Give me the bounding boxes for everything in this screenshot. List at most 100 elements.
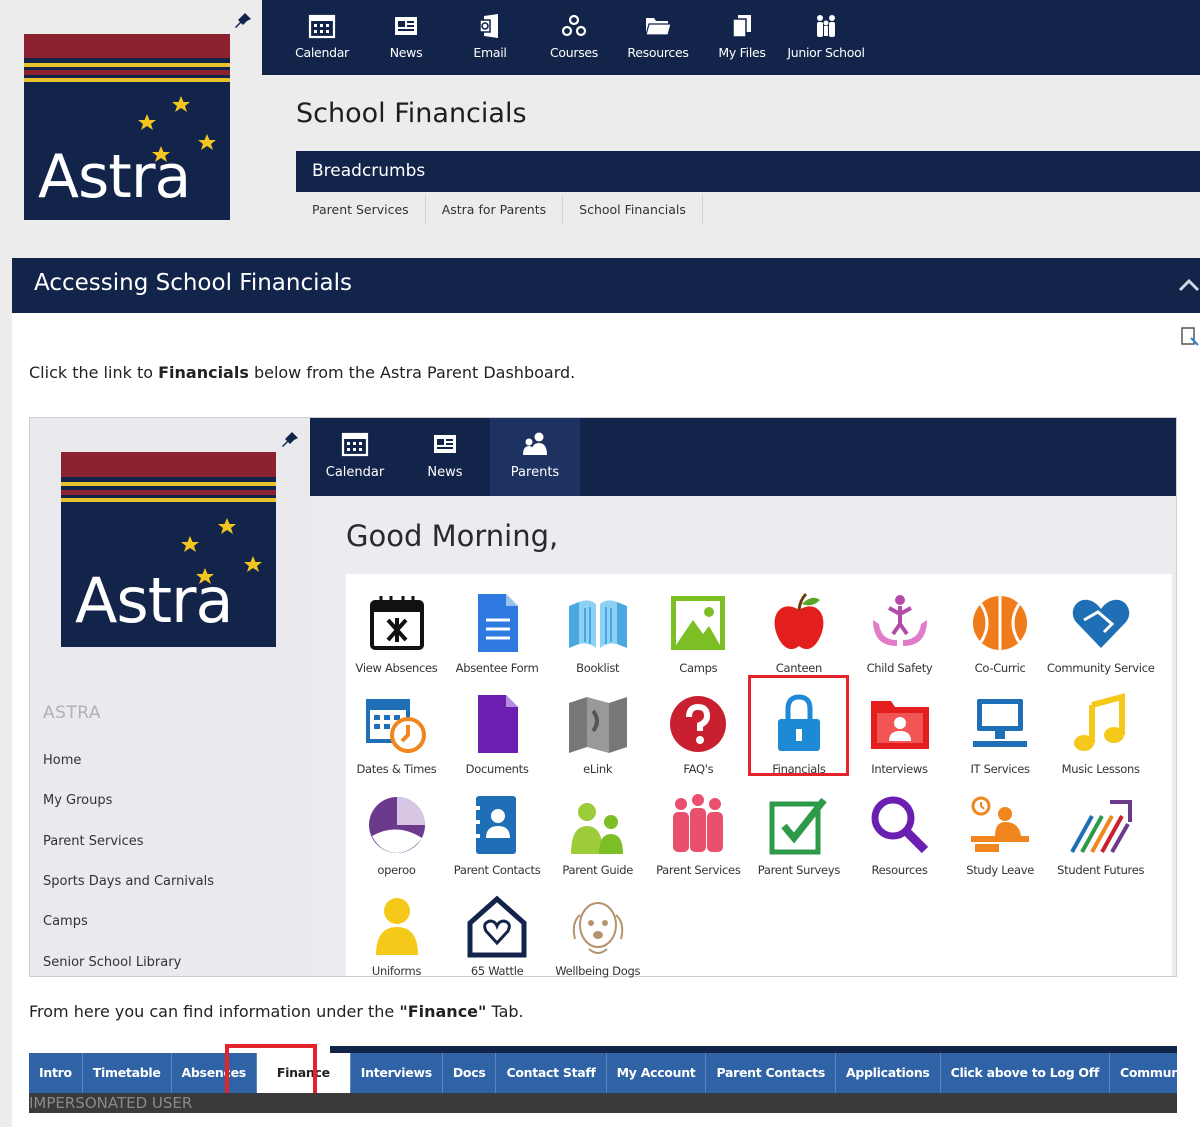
tile-co-curric[interactable]: Co-Curric bbox=[950, 574, 1051, 675]
nav-courses[interactable]: Courses bbox=[532, 0, 616, 75]
breadcrumb-item[interactable]: School Financials bbox=[563, 195, 703, 225]
tile-music-lessons[interactable]: Music Lessons bbox=[1050, 675, 1151, 776]
tile-label: Interviews bbox=[871, 762, 928, 776]
page-title: School Financials bbox=[296, 98, 527, 129]
tab-intro[interactable]: Intro bbox=[29, 1053, 83, 1093]
study-leave-icon bbox=[967, 776, 1033, 861]
sidebar-link[interactable]: Senior School Library bbox=[43, 955, 181, 970]
reader-icon[interactable] bbox=[1181, 326, 1200, 348]
interviews-icon bbox=[867, 675, 933, 760]
community-service-icon bbox=[1068, 574, 1134, 659]
tile-elink[interactable]: eLink bbox=[547, 675, 648, 776]
dashboard-nav-parents[interactable]: Parents bbox=[490, 418, 580, 496]
music-lessons-icon bbox=[1068, 675, 1134, 760]
tile-faq-s[interactable]: FAQ's bbox=[648, 675, 749, 776]
tile-label: eLink bbox=[583, 762, 613, 776]
tile-parent-services[interactable]: Parent Services bbox=[648, 776, 749, 877]
tile-community-service[interactable]: Community Service bbox=[1047, 574, 1155, 675]
absentee-form-icon bbox=[464, 574, 530, 659]
tile-label: FAQ's bbox=[683, 762, 714, 776]
logo-wordmark: Astra bbox=[75, 564, 234, 637]
nav-email[interactable]: Email bbox=[448, 0, 532, 75]
dashboard-nav-label: Parents bbox=[510, 465, 560, 480]
tile-it-services[interactable]: IT Services bbox=[950, 675, 1051, 776]
resources-icon bbox=[867, 776, 933, 861]
pin-icon[interactable] bbox=[233, 11, 253, 31]
tile-label: Booklist bbox=[576, 661, 620, 675]
tile-label: Camps bbox=[679, 661, 718, 675]
tile-label: Co-Curric bbox=[974, 661, 1026, 675]
tile-financials[interactable]: Financials bbox=[748, 675, 850, 776]
tile-parent-contacts[interactable]: Parent Contacts bbox=[447, 776, 548, 877]
tile-65-wattle[interactable]: 65 Wattle bbox=[447, 877, 548, 978]
chevron-up-icon[interactable] bbox=[1178, 277, 1200, 293]
nav-news[interactable]: News bbox=[364, 0, 448, 75]
dashboard-nav-news[interactable]: News bbox=[400, 418, 490, 496]
tile-uniforms[interactable]: Uniforms bbox=[346, 877, 447, 978]
dashboard-nav-calendar[interactable]: Calendar bbox=[310, 418, 400, 496]
dashboard-navigation: Calendar News Parents bbox=[310, 418, 1176, 496]
canteen-icon bbox=[766, 574, 832, 659]
tile-wellbeing-dogs[interactable]: Wellbeing Dogs bbox=[547, 877, 648, 978]
tile-operoo[interactable]: operoo bbox=[346, 776, 447, 877]
tile-view-absences[interactable]: View Absences bbox=[346, 574, 447, 675]
tile-dates-times[interactable]: Dates & Times bbox=[346, 675, 447, 776]
sidebar-link[interactable]: Camps bbox=[43, 914, 88, 929]
nav-junior-school[interactable]: Junior School bbox=[784, 0, 868, 75]
breadcrumb-item[interactable]: Astra for Parents bbox=[425, 195, 564, 225]
sidebar-link[interactable]: Sports Days and Carnivals bbox=[43, 874, 214, 889]
nav-my-files[interactable]: My Files bbox=[700, 0, 784, 75]
school-logo[interactable]: Astra bbox=[24, 34, 230, 220]
tile-label: Canteen bbox=[775, 661, 823, 675]
tile-child-safety[interactable]: Child Safety bbox=[849, 574, 950, 675]
dashboard-nav-label: News bbox=[427, 465, 463, 480]
parent-guide-icon bbox=[565, 776, 631, 861]
tile-documents[interactable]: Documents bbox=[447, 675, 548, 776]
courses-icon bbox=[560, 13, 588, 39]
tab-parent-contacts[interactable]: Parent Contacts bbox=[706, 1053, 836, 1093]
tab-docs[interactable]: Docs bbox=[443, 1053, 497, 1093]
folder-icon bbox=[644, 13, 672, 39]
nav-label: My Files bbox=[718, 45, 766, 60]
nav-label: Courses bbox=[549, 45, 599, 60]
news-icon bbox=[392, 13, 420, 39]
sidebar-link[interactable]: Parent Services bbox=[43, 834, 144, 849]
pin-icon[interactable] bbox=[280, 430, 300, 450]
nav-calendar[interactable]: Calendar bbox=[280, 0, 364, 75]
parent-services-icon bbox=[665, 776, 731, 861]
tab-contact-staff[interactable]: Contact Staff bbox=[496, 1053, 607, 1093]
parent-surveys-icon bbox=[766, 776, 832, 861]
tab-bar: Intro Timetable Absences Finance Interviews D… bbox=[29, 1053, 1200, 1093]
camps-icon bbox=[665, 574, 731, 659]
tile-parent-guide[interactable]: Parent Guide bbox=[547, 776, 648, 877]
tab-interviews[interactable]: Interviews bbox=[351, 1053, 443, 1093]
tile-resources[interactable]: Resources bbox=[849, 776, 950, 877]
view-absences-icon bbox=[364, 574, 430, 659]
tile-interviews[interactable]: Interviews bbox=[849, 675, 950, 776]
nav-label: News bbox=[389, 45, 423, 60]
tile-student-futures[interactable]: Student Futures bbox=[1050, 776, 1151, 877]
sidebar-link[interactable]: Home bbox=[43, 753, 81, 768]
tile-absentee-form[interactable]: Absentee Form bbox=[447, 574, 548, 675]
tab-timetable[interactable]: Timetable bbox=[83, 1053, 172, 1093]
tab-applications[interactable]: Applications bbox=[836, 1053, 941, 1093]
tile-label: Parent Surveys bbox=[757, 863, 841, 877]
breadcrumb-item[interactable]: Parent Services bbox=[296, 195, 426, 225]
tile-label: Absentee Form bbox=[455, 661, 539, 675]
tab-my-account[interactable]: My Account bbox=[607, 1053, 707, 1093]
wellbeing-dogs-icon bbox=[565, 877, 631, 962]
nav-resources[interactable]: Resources bbox=[616, 0, 700, 75]
breadcrumb-heading: Breadcrumbs bbox=[296, 151, 1200, 192]
tile-canteen[interactable]: Canteen bbox=[748, 574, 849, 675]
tile-label: IT Services bbox=[970, 762, 1030, 776]
nav-label: Email bbox=[473, 45, 507, 60]
sidebar-link[interactable]: My Groups bbox=[43, 793, 112, 808]
tile-camps[interactable]: Camps bbox=[648, 574, 749, 675]
dashboard-logo[interactable]: Astra bbox=[61, 452, 276, 647]
tab-click-above-to-log-off[interactable]: Click above to Log Off bbox=[941, 1053, 1111, 1093]
section-header[interactable]: Accessing School Financials bbox=[12, 258, 1200, 313]
tile-study-leave[interactable]: Study Leave bbox=[950, 776, 1051, 877]
tile-booklist[interactable]: Booklist bbox=[547, 574, 648, 675]
tile-parent-surveys[interactable]: Parent Surveys bbox=[748, 776, 849, 877]
tab-communications[interactable]: Communications bbox=[1110, 1053, 1200, 1093]
